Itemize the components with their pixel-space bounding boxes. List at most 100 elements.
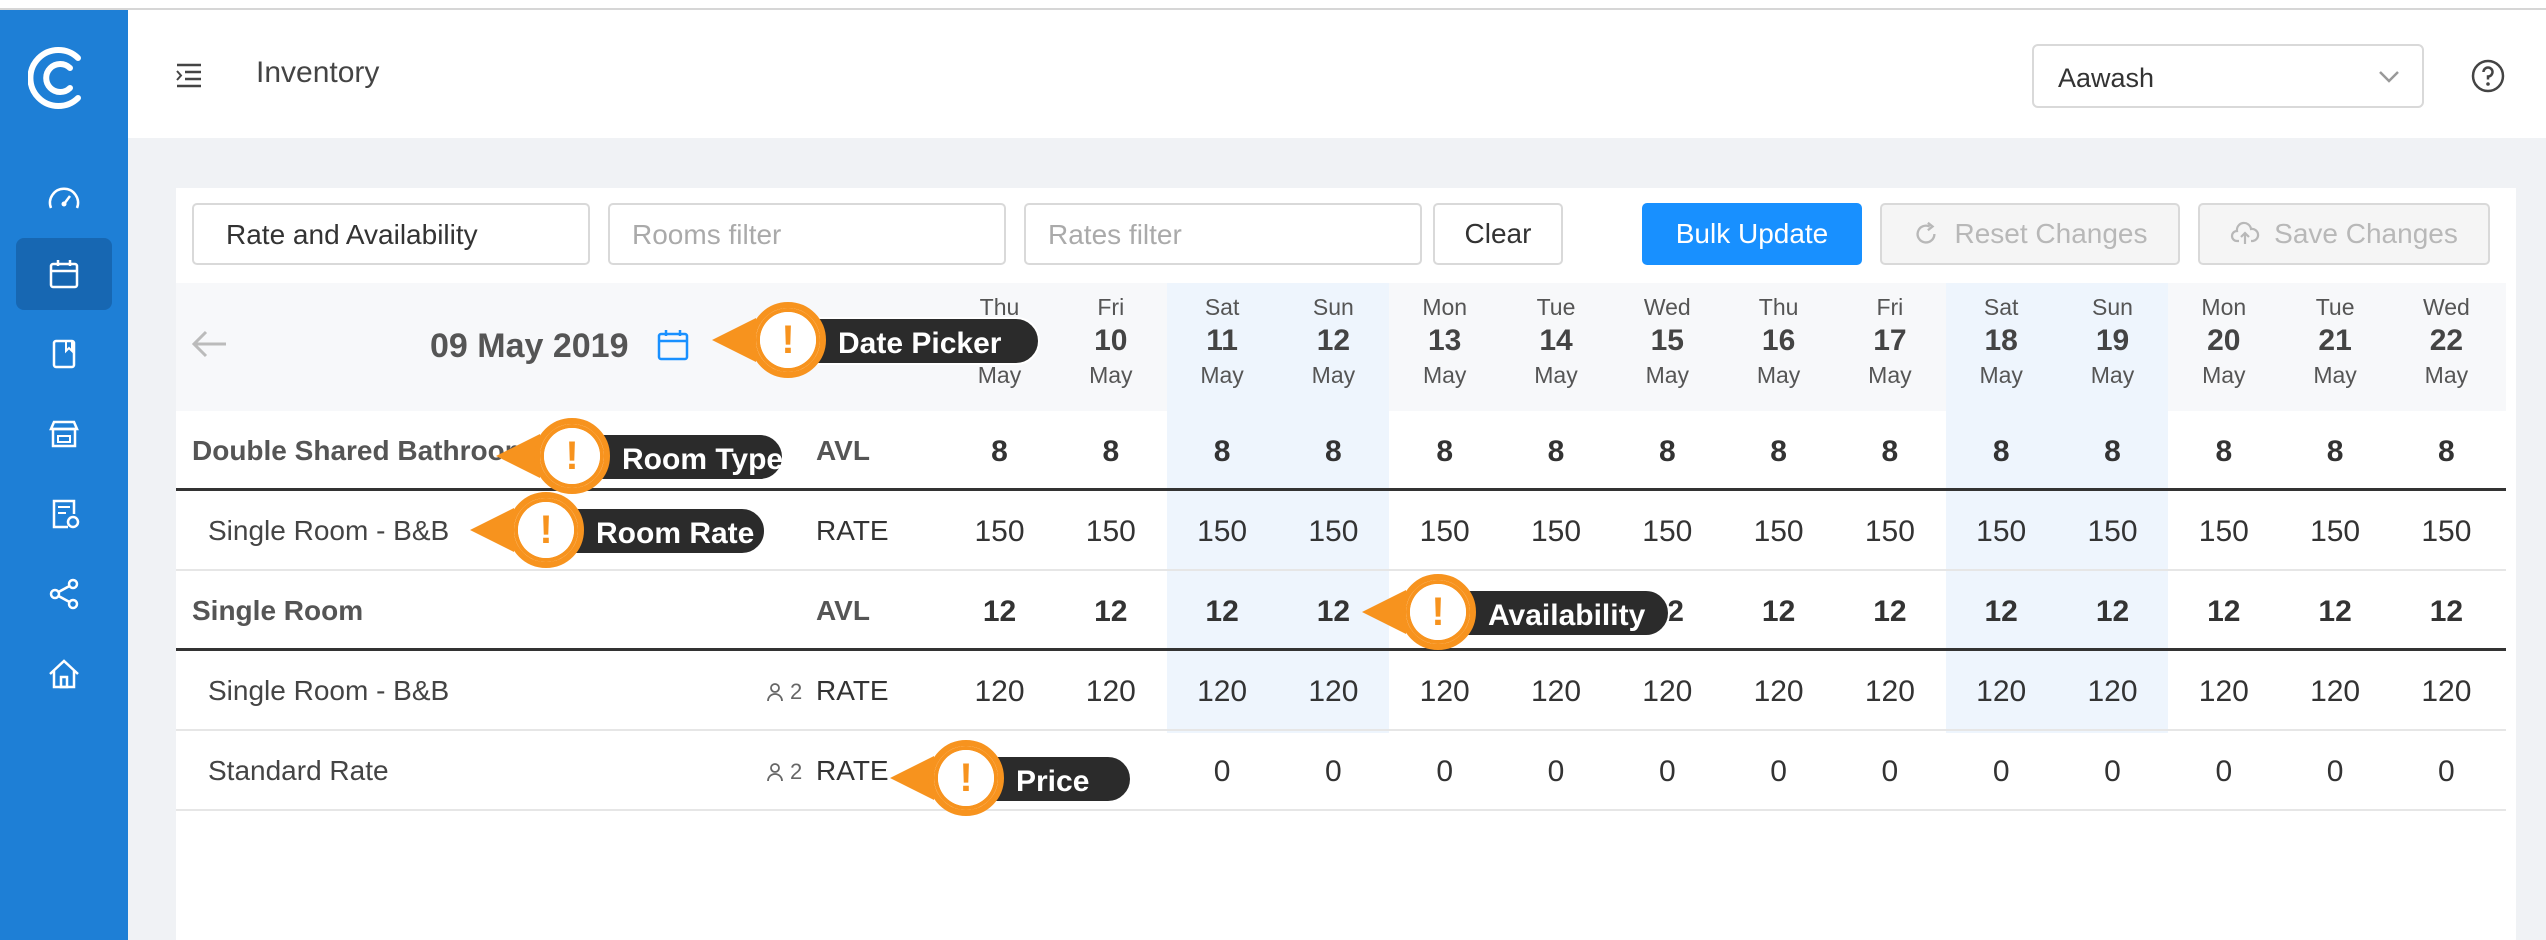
store-nav-icon[interactable]: [16, 398, 112, 470]
rate-cell[interactable]: 0: [1834, 755, 1945, 789]
home-nav-icon[interactable]: [16, 638, 112, 710]
date-column-header: Wed 15 May: [1612, 294, 1723, 388]
availability-cell[interactable]: 8: [1946, 435, 2057, 469]
rate-cell[interactable]: 150: [1278, 515, 1389, 549]
day-number: 20: [2207, 324, 2241, 357]
rate-cell[interactable]: 150: [1389, 515, 1500, 549]
rate-cell[interactable]: 120: [1946, 675, 2057, 709]
rate-cell[interactable]: 0: [1389, 755, 1500, 789]
help-icon[interactable]: [2470, 58, 2506, 94]
rate-cell[interactable]: 0: [1501, 755, 1612, 789]
rate-cell[interactable]: 0: [2391, 755, 2502, 789]
rate-cell[interactable]: 150: [2057, 515, 2168, 549]
day-number: 10: [1094, 324, 1128, 357]
save-changes-button[interactable]: Save Changes: [2198, 203, 2490, 265]
rate-cell[interactable]: 150: [1946, 515, 2057, 549]
rate-cell[interactable]: 150: [1612, 515, 1723, 549]
room-type-name: Single Room: [192, 595, 364, 626]
reset-changes-button[interactable]: Reset Changes: [1880, 203, 2180, 265]
current-date[interactable]: 09 May 2019: [430, 327, 629, 366]
rate-cell[interactable]: 0: [2057, 755, 2168, 789]
month-label: May: [2424, 362, 2469, 388]
availability-cell[interactable]: 12: [2280, 595, 2391, 629]
availability-cell[interactable]: 8: [1167, 435, 1278, 469]
month-label: May: [977, 362, 1022, 388]
rate-cell[interactable]: 120: [2391, 675, 2502, 709]
row-type-label: RATE: [816, 515, 889, 546]
property-select-value: Aawash: [2058, 63, 2155, 93]
rate-cell[interactable]: 0: [2280, 755, 2391, 789]
rate-cell[interactable]: 0: [2168, 755, 2279, 789]
availability-cell[interactable]: 12: [1946, 595, 2057, 629]
rate-cell[interactable]: 0: [1612, 755, 1723, 789]
availability-cell[interactable]: 8: [1278, 435, 1389, 469]
rate-cell[interactable]: 120: [1501, 675, 1612, 709]
property-select[interactable]: Aawash: [2032, 44, 2424, 108]
availability-cell[interactable]: 8: [944, 435, 1055, 469]
availability-cell[interactable]: 8: [2280, 435, 2391, 469]
rate-cell[interactable]: 150: [1834, 515, 1945, 549]
month-label: May: [1311, 362, 1356, 388]
day-number: 17: [1873, 324, 1907, 357]
report-nav-icon[interactable]: [16, 478, 112, 550]
availability-cell[interactable]: 8: [2057, 435, 2168, 469]
rate-cell[interactable]: 0: [1278, 755, 1389, 789]
day-number: 14: [1539, 324, 1573, 357]
share-nav-icon[interactable]: [16, 558, 112, 630]
rate-cell[interactable]: 150: [1167, 515, 1278, 549]
arrow-left-icon[interactable]: [190, 328, 230, 360]
rooms-filter-input[interactable]: [632, 219, 1004, 251]
availability-cell[interactable]: 12: [944, 595, 1055, 629]
availability-cell[interactable]: 12: [1167, 595, 1278, 629]
rate-cell[interactable]: 120: [1834, 675, 1945, 709]
availability-cell[interactable]: 12: [1834, 595, 1945, 629]
rates-filter-input[interactable]: [1048, 219, 1420, 251]
availability-cell[interactable]: 8: [1501, 435, 1612, 469]
rate-cell[interactable]: 120: [2168, 675, 2279, 709]
rate-cell[interactable]: 150: [1055, 515, 1166, 549]
rate-cell[interactable]: 0: [1946, 755, 2057, 789]
availability-cell[interactable]: 8: [1055, 435, 1166, 469]
rooms-filter-input-wrap[interactable]: [608, 203, 1006, 265]
date-column-header: Sun 12 May: [1278, 294, 1389, 388]
rate-cell[interactable]: 150: [1501, 515, 1612, 549]
book-nav-icon[interactable]: [16, 318, 112, 390]
rate-cell[interactable]: 150: [2168, 515, 2279, 549]
rate-cell[interactable]: 120: [1167, 675, 1278, 709]
availability-cell[interactable]: 12: [1723, 595, 1834, 629]
menu-collapse-icon[interactable]: [174, 60, 204, 90]
rate-cell[interactable]: 0: [1167, 755, 1278, 789]
rate-cell[interactable]: 120: [1723, 675, 1834, 709]
rate-cell[interactable]: 120: [2280, 675, 2391, 709]
rate-cell[interactable]: 120: [1055, 675, 1166, 709]
rate-cell[interactable]: 150: [1723, 515, 1834, 549]
availability-cell[interactable]: 12: [2057, 595, 2168, 629]
bulk-update-button[interactable]: Bulk Update: [1642, 203, 1862, 265]
app-logo[interactable]: [27, 44, 92, 112]
rate-cell[interactable]: 120: [2057, 675, 2168, 709]
rate-cell[interactable]: 120: [1389, 675, 1500, 709]
availability-cell[interactable]: 12: [1055, 595, 1166, 629]
calendar-nav-icon[interactable]: [16, 238, 112, 310]
calendar-icon[interactable]: [656, 328, 690, 362]
availability-cell[interactable]: 8: [2168, 435, 2279, 469]
availability-cell[interactable]: 8: [1723, 435, 1834, 469]
availability-cell[interactable]: 12: [2168, 595, 2279, 629]
rate-cell[interactable]: 150: [2280, 515, 2391, 549]
availability-cell[interactable]: 8: [2391, 435, 2502, 469]
date-column-header: Sun 19 May: [2057, 294, 2168, 388]
rate-cell[interactable]: 150: [944, 515, 1055, 549]
rate-cell[interactable]: 150: [2391, 515, 2502, 549]
rate-cell[interactable]: 120: [1612, 675, 1723, 709]
rate-cell[interactable]: 120: [1278, 675, 1389, 709]
rate-cell[interactable]: 0: [1723, 755, 1834, 789]
rate-cell[interactable]: 120: [944, 675, 1055, 709]
dashboard-nav-icon[interactable]: [16, 164, 112, 236]
view-select[interactable]: Rate and Availability: [192, 203, 590, 265]
clear-button[interactable]: Clear: [1433, 203, 1563, 265]
availability-cell[interactable]: 8: [1834, 435, 1945, 469]
availability-cell[interactable]: 12: [2391, 595, 2502, 629]
rates-filter-input-wrap[interactable]: [1024, 203, 1422, 265]
availability-cell[interactable]: 8: [1612, 435, 1723, 469]
availability-cell[interactable]: 8: [1389, 435, 1500, 469]
